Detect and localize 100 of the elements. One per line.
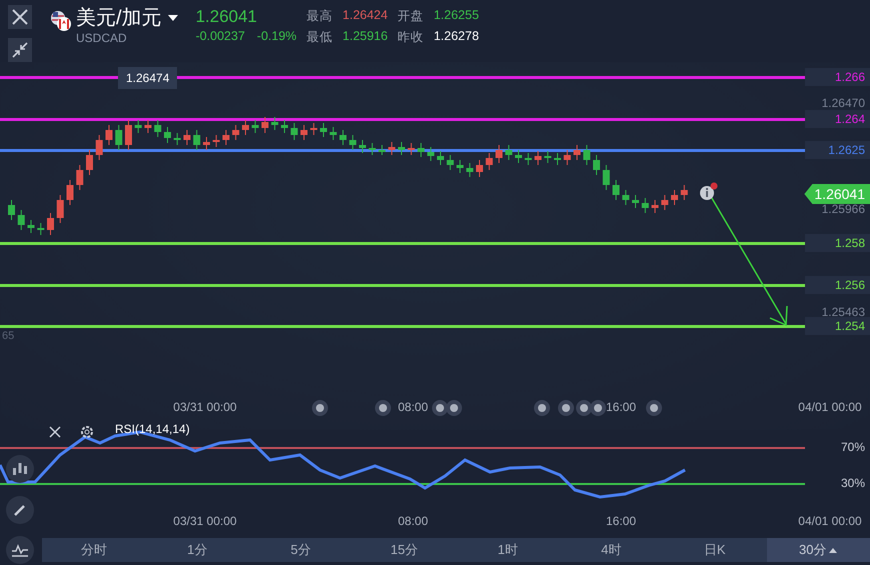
- period-tab[interactable]: 15分: [352, 538, 456, 562]
- candlestick: [427, 146, 434, 162]
- event-marker-icon[interactable]: [646, 400, 662, 416]
- collapse-icon: [12, 42, 28, 58]
- candlestick: [496, 144, 502, 164]
- candlestick: [671, 190, 678, 206]
- stat-value: 1.26424: [342, 8, 388, 24]
- indicator-title: RSI(14,14,14): [115, 422, 190, 436]
- candlestick: [534, 150, 542, 166]
- time-label: 16:00: [606, 514, 636, 528]
- candlestick: [193, 130, 200, 150]
- candlestick: [505, 144, 512, 160]
- candlestick: [281, 120, 288, 134]
- period-tab[interactable]: 1分: [146, 538, 249, 562]
- candlestick: [154, 120, 162, 138]
- event-marker-icon[interactable]: [432, 400, 448, 416]
- candlestick: [320, 122, 327, 138]
- candlestick: [368, 142, 376, 156]
- settings-icon[interactable]: [80, 425, 94, 439]
- candlestick: [378, 144, 386, 156]
- axis-price-label: 1.26470: [822, 96, 865, 110]
- candlestick: [66, 180, 74, 206]
- pair-selector[interactable]: 美元/加元: [76, 5, 178, 31]
- collapse-button[interactable]: [8, 38, 32, 62]
- candlestick: [125, 120, 132, 150]
- period-tab[interactable]: 5分: [249, 538, 352, 562]
- trend-arrow[interactable]: [709, 194, 788, 326]
- candlestick: [86, 150, 93, 176]
- level-line[interactable]: [0, 242, 805, 244]
- stat-value: 1.25916: [342, 29, 388, 45]
- axis-price-label: 1.25463: [822, 305, 865, 319]
- candlestick: [486, 152, 493, 170]
- candlestick: [476, 160, 483, 178]
- level-price-tag: 1.256: [805, 276, 870, 294]
- candlestick: [174, 132, 181, 146]
- candlestick-icon: [11, 461, 29, 477]
- candlestick: [184, 130, 190, 146]
- line-chart-icon: [11, 542, 29, 558]
- candlestick: [564, 150, 571, 166]
- period-tab[interactable]: 1时: [456, 538, 560, 562]
- event-marker-icon[interactable]: [375, 400, 391, 416]
- stat-label: 最低: [306, 29, 333, 46]
- candlestick: [144, 120, 152, 134]
- candlestick: [18, 210, 25, 230]
- candlestick: [203, 136, 210, 150]
- time-label: 04/01 00:00: [798, 514, 862, 528]
- event-marker-icon[interactable]: [558, 400, 574, 416]
- candlestick: [418, 142, 424, 158]
- event-marker-icon[interactable]: [446, 400, 462, 416]
- candlestick: [574, 144, 580, 160]
- candlestick: [96, 134, 103, 160]
- event-marker-icon[interactable]: [576, 400, 592, 416]
- period-tab[interactable]: 30分: [766, 538, 870, 562]
- candlestick: [300, 124, 308, 140]
- candlestick: [262, 116, 268, 134]
- info-icon[interactable]: [700, 182, 718, 200]
- chart-type-button[interactable]: [6, 455, 34, 483]
- period-tab[interactable]: 分时: [42, 538, 146, 562]
- candlestick: [252, 120, 259, 134]
- candlestick: [106, 124, 112, 146]
- time-label: 03/31 00:00: [173, 514, 237, 528]
- level-line[interactable]: [0, 148, 805, 152]
- period-tab[interactable]: 4时: [560, 538, 663, 562]
- candlestick: [37, 222, 44, 236]
- candlestick: [632, 194, 639, 208]
- rsi-level-label: 70%: [840, 440, 865, 454]
- close-button[interactable]: [8, 5, 32, 29]
- pencil-icon: [12, 502, 28, 518]
- time-label: 16:00: [606, 400, 636, 414]
- candlestick: [222, 130, 230, 146]
- candlestick: [515, 150, 522, 164]
- level-price-tag: 1.258: [805, 234, 870, 252]
- time-label: 03/31 00:00: [173, 400, 237, 414]
- candlestick: [642, 198, 649, 214]
- caret-icon: [829, 548, 838, 552]
- event-marker-icon[interactable]: [534, 400, 550, 416]
- candlestick: [661, 194, 668, 210]
- candlestick: [524, 152, 532, 166]
- level-line[interactable]: [0, 324, 805, 328]
- candlestick: [134, 120, 142, 134]
- draw-button[interactable]: [6, 496, 34, 524]
- level-price-tag: 1.266: [805, 68, 870, 86]
- event-marker-icon[interactable]: [590, 400, 606, 416]
- close-button[interactable]: [48, 425, 62, 439]
- candlestick: [544, 150, 552, 164]
- percent-change: -0.19%: [256, 29, 297, 43]
- candlestick: [28, 220, 34, 234]
- stat-label: 开盘: [398, 8, 424, 25]
- candlestick: [680, 184, 688, 200]
- candlestick: [466, 162, 474, 178]
- time-label: 08:00: [398, 400, 428, 414]
- candlestick: [340, 130, 346, 146]
- period-tab[interactable]: 日K: [663, 538, 766, 562]
- indicator-button[interactable]: [6, 536, 34, 564]
- flags-icon: [50, 10, 72, 32]
- level-price-tag: 1.254: [805, 317, 870, 335]
- level-line[interactable]: [0, 118, 805, 120]
- candlestick: [437, 150, 444, 166]
- event-marker-icon[interactable]: [312, 400, 328, 416]
- level-line[interactable]: [0, 284, 805, 286]
